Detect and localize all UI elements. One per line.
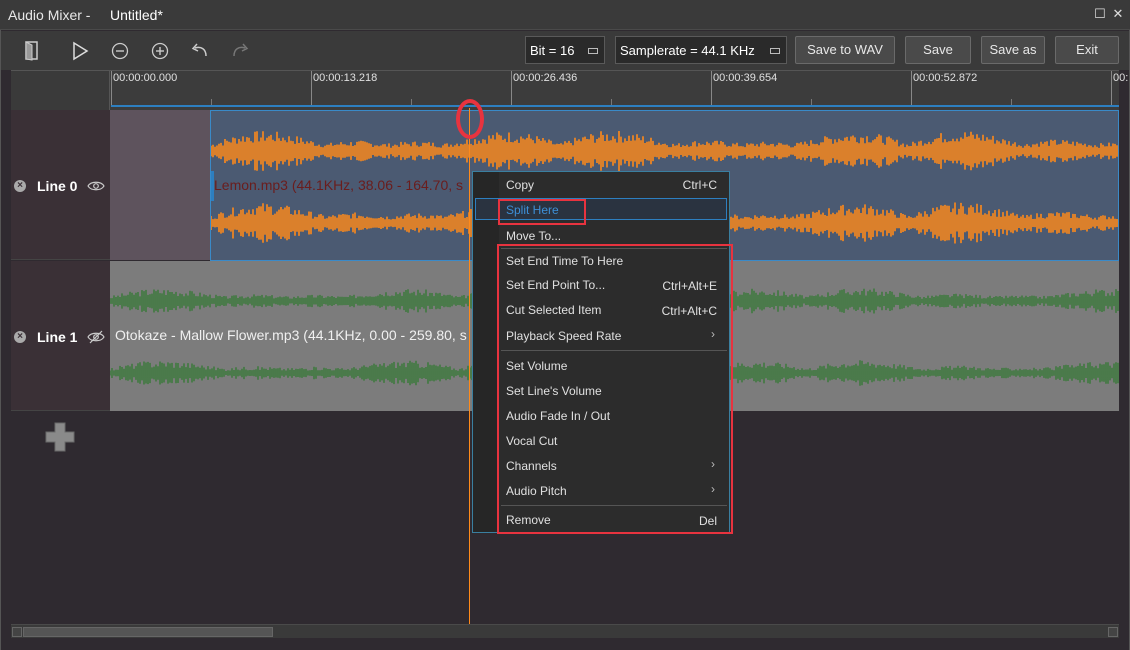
track-header-line-0: × Line 0 xyxy=(11,110,110,260)
samplerate-value: Samplerate = 44.1 KHz xyxy=(620,43,755,58)
zoom-out-icon[interactable] xyxy=(108,39,132,63)
close-icon[interactable]: ✕ xyxy=(1111,7,1125,21)
bit-depth-value: Bit = 16 xyxy=(530,43,575,58)
track-name: Line 1 xyxy=(37,329,78,345)
ruler-tick-label: 00:00:13.218 xyxy=(313,72,378,84)
annotation-circle xyxy=(456,99,484,139)
play-icon[interactable] xyxy=(68,39,92,63)
ruler-tick xyxy=(511,71,512,105)
clip-label: Otokaze - Mallow Flower.mp3 (44.1KHz, 0.… xyxy=(115,327,467,343)
ruler-selection-bar xyxy=(111,105,1119,107)
ruler-tick-label: 00: xyxy=(1113,72,1129,84)
dropdown-icon xyxy=(588,48,598,54)
scrollbar-thumb[interactable] xyxy=(23,627,273,637)
add-track-button[interactable] xyxy=(44,421,76,453)
ruler-corner xyxy=(11,71,110,111)
ruler-tick-label: 00:00:00.000 xyxy=(113,72,178,84)
window-border-left xyxy=(0,30,1,650)
timeline-ruler[interactable]: 00:00:00.000 00:00:13.218 00:00:26.436 0… xyxy=(11,70,1128,111)
title-bar: Audio Mixer - Untitled* ☐ ✕ xyxy=(0,0,1130,30)
app-title: Audio Mixer - xyxy=(8,7,91,23)
undo-icon[interactable] xyxy=(188,39,212,63)
ruler-tick xyxy=(111,71,112,105)
annotation-box-menu-group xyxy=(497,244,733,534)
ruler-tick-label: 00:00:52.872 xyxy=(913,72,978,84)
redo-icon[interactable] xyxy=(228,39,252,63)
ruler-tick xyxy=(711,71,712,105)
menu-item-shortcut: Ctrl+C xyxy=(682,178,717,192)
maximize-icon[interactable]: ☐ xyxy=(1093,7,1107,21)
ruler-tick xyxy=(1111,71,1112,105)
document-title: Untitled* xyxy=(110,7,163,23)
dropdown-icon xyxy=(770,48,780,54)
menu-icon-gutter xyxy=(473,172,499,532)
zoom-in-icon[interactable] xyxy=(148,39,172,63)
menu-item-label: Copy xyxy=(506,178,535,192)
plus-icon xyxy=(45,422,75,452)
scroll-left-icon[interactable] xyxy=(12,627,22,637)
eye-icon[interactable] xyxy=(87,179,105,197)
ruler-tick xyxy=(911,71,912,105)
samplerate-select[interactable]: Samplerate = 44.1 KHz xyxy=(615,36,787,64)
ruler-tick-label: 00:00:39.654 xyxy=(713,72,778,84)
ruler-tick xyxy=(311,71,312,105)
playhead[interactable] xyxy=(469,108,470,624)
door-exit-icon[interactable] xyxy=(20,39,44,63)
save-as-button[interactable]: Save as xyxy=(981,36,1045,64)
menu-item-label: Move To... xyxy=(506,229,562,243)
track-name: Line 0 xyxy=(37,178,78,194)
track-header-line-1: × Line 1 xyxy=(11,261,110,411)
remove-track-icon[interactable]: × xyxy=(14,331,26,343)
ruler-tick-label: 00:00:26.436 xyxy=(513,72,578,84)
remove-track-icon[interactable]: × xyxy=(14,180,26,192)
bit-depth-select[interactable]: Bit = 16 xyxy=(525,36,605,64)
annotation-box-split xyxy=(498,199,586,225)
save-to-wav-button[interactable]: Save to WAV xyxy=(795,36,895,64)
eye-hidden-icon[interactable] xyxy=(87,330,105,349)
toolbar: Bit = 16 Samplerate = 44.1 KHz Save to W… xyxy=(0,31,1130,70)
save-button[interactable]: Save xyxy=(905,36,971,64)
exit-button[interactable]: Exit xyxy=(1055,36,1119,64)
horizontal-scrollbar[interactable] xyxy=(11,624,1119,638)
clip-label: Lemon.mp3 (44.1KHz, 38.06 - 164.70, s xyxy=(214,177,464,193)
scroll-right-icon[interactable] xyxy=(1108,627,1118,637)
